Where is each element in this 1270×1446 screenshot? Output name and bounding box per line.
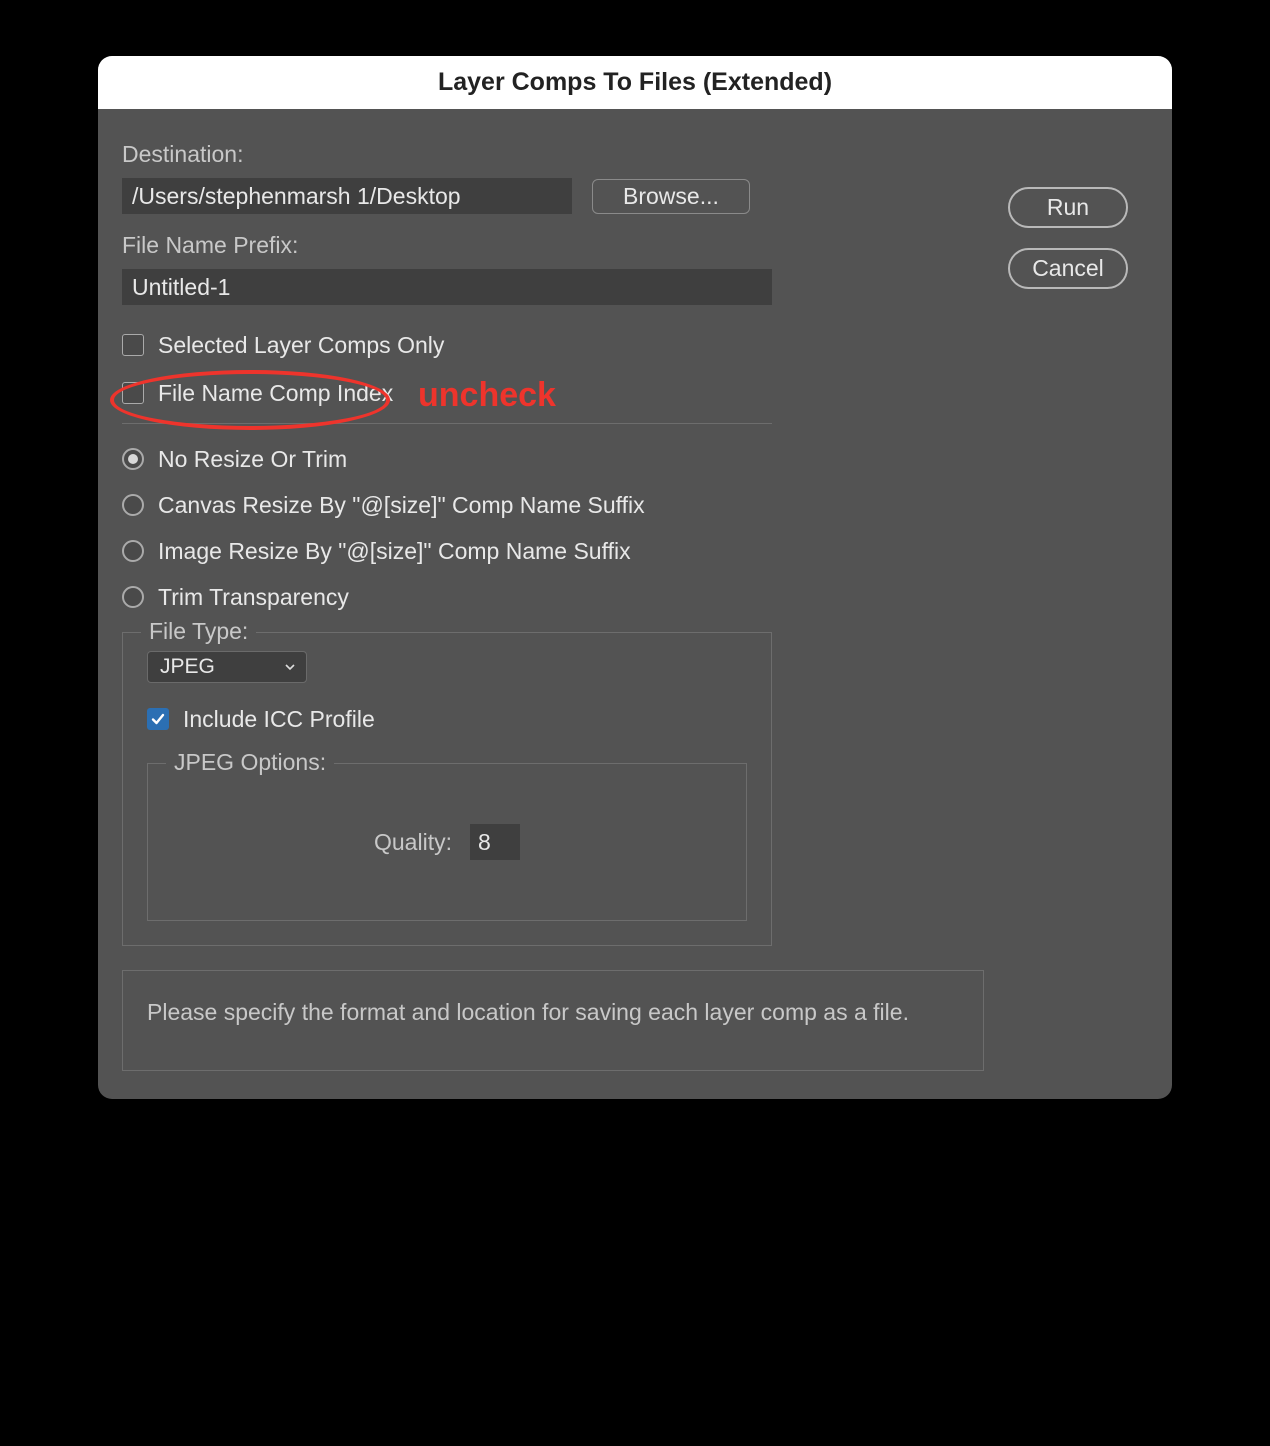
checkbox-comp-index-row: File Name Comp Index [122,373,984,413]
checkbox-selected-only-label: Selected Layer Comps Only [158,332,444,359]
radio-image-resize-row: Image Resize By "@[size]" Comp Name Suff… [122,532,984,570]
fieldset-jpeg-legend: JPEG Options: [166,749,334,776]
action-column: Run Cancel [1008,141,1148,1071]
checkbox-icc-row: Include ICC Profile [147,699,747,739]
titlebar: Layer Comps To Files (Extended) [98,56,1172,109]
radio-no-resize-label: No Resize Or Trim [158,446,347,473]
radio-no-resize-row: No Resize Or Trim [122,440,984,478]
chevron-down-icon [284,655,296,679]
radio-image-resize[interactable] [122,540,144,562]
radio-trim-label: Trim Transparency [158,584,349,611]
checkbox-icc-label: Include ICC Profile [183,706,375,733]
radio-canvas-resize[interactable] [122,494,144,516]
radio-trim-row: Trim Transparency [122,578,984,616]
dialog-content: Destination: Browse... File Name Prefix:… [98,109,1172,1099]
info-message: Please specify the format and location f… [122,970,984,1071]
cancel-button[interactable]: Cancel [1008,248,1128,289]
destination-row: Browse... [122,178,984,214]
checkbox-selected-only-row: Selected Layer Comps Only [122,325,984,365]
fieldset-filetype: File Type: JPEG Include ICC Profile JPEG… [122,632,772,946]
radio-canvas-resize-label: Canvas Resize By "@[size]" Comp Name Suf… [158,492,645,519]
radio-trim[interactable] [122,586,144,608]
quality-row: Quality: [374,824,520,860]
divider [122,423,772,424]
radio-no-resize[interactable] [122,448,144,470]
filetype-select-value: JPEG [160,655,215,678]
quality-input[interactable] [470,824,520,860]
radio-image-resize-label: Image Resize By "@[size]" Comp Name Suff… [158,538,631,565]
quality-label: Quality: [374,829,452,856]
radio-canvas-resize-row: Canvas Resize By "@[size]" Comp Name Suf… [122,486,984,524]
fieldset-filetype-legend: File Type: [141,618,256,645]
dialog-title: Layer Comps To Files (Extended) [438,68,832,96]
checkbox-comp-index-label: File Name Comp Index [158,380,393,407]
browse-button[interactable]: Browse... [592,179,750,214]
destination-label: Destination: [122,141,984,168]
checkbox-comp-index[interactable] [122,382,144,404]
filetype-select[interactable]: JPEG [147,651,307,683]
checkbox-icc[interactable] [147,708,169,730]
main-column: Destination: Browse... File Name Prefix:… [122,141,984,1071]
fieldset-jpeg-options: JPEG Options: Quality: [147,763,747,921]
prefix-input[interactable] [122,269,772,305]
dialog-layer-comps-to-files: Layer Comps To Files (Extended) Destinat… [98,56,1172,1099]
prefix-label: File Name Prefix: [122,232,984,259]
checkbox-selected-only[interactable] [122,334,144,356]
destination-input[interactable] [122,178,572,214]
run-button[interactable]: Run [1008,187,1128,228]
